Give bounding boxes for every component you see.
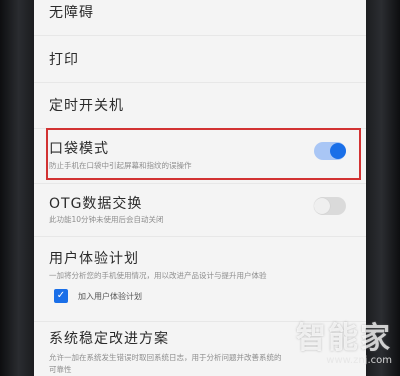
checkmark-icon: ✓ <box>56 290 66 301</box>
settings-item-accessibility[interactable]: 无障碍 <box>34 0 366 36</box>
watermark: 智能家 www.znj.com <box>296 313 392 366</box>
settings-item-ux-program: 用户体验计划 一加将分析您的手机使用情况，用以改进产品设计与提升用户体验 <box>34 238 366 322</box>
settings-item-description: 此功能10分钟未使用后会自动关闭 <box>49 215 164 224</box>
settings-item-otg[interactable]: OTG数据交换 此功能10分钟未使用后会自动关闭 <box>34 185 366 237</box>
settings-item-label: 打印 <box>49 52 79 68</box>
ux-program-checkbox[interactable]: ✓ <box>54 289 68 303</box>
phone-bezel-left <box>0 0 34 376</box>
watermark-logo: 智能家 <box>296 321 392 356</box>
settings-item-label: 无障碍 <box>49 5 94 21</box>
toggle-knob <box>314 198 330 214</box>
settings-item-label: 用户体验计划 <box>49 251 139 267</box>
ux-program-checkbox-label[interactable]: 加入用户体验计划 <box>78 291 142 302</box>
settings-item-label: 定时开关机 <box>49 98 124 114</box>
settings-item-description-cont: 可靠性 <box>49 365 72 374</box>
settings-item-description: 一加将分析您的手机使用情况，用以改进产品设计与提升用户体验 <box>49 271 267 280</box>
settings-item-label: 系统稳定改进方案 <box>49 331 169 347</box>
highlight-box <box>46 128 361 180</box>
settings-item-label: OTG数据交换 <box>49 196 143 212</box>
settings-item-description: 允许一加在系统发生错误时取回系统日志，用于分析问题并改善系统的 <box>49 353 282 362</box>
settings-item-scheduled-power[interactable]: 定时开关机 <box>34 83 366 129</box>
settings-item-print[interactable]: 打印 <box>34 37 366 83</box>
otg-toggle[interactable] <box>314 197 346 215</box>
